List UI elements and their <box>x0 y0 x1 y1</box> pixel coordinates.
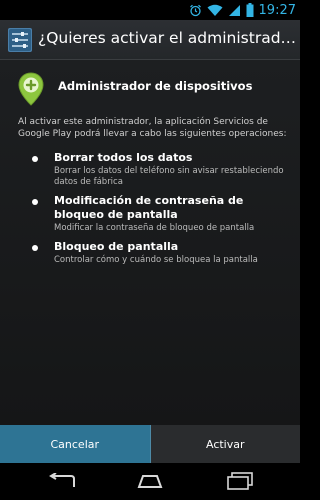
permission-desc: Modificar la contraseña de bloqueo de pa… <box>54 223 255 233</box>
button-bar: Cancelar Activar <box>0 425 300 463</box>
home-icon <box>137 475 163 488</box>
status-bar: 19:27 <box>0 0 300 20</box>
navigation-bar <box>0 463 300 500</box>
recents-button[interactable] <box>222 471 258 491</box>
signal-icon <box>228 4 240 16</box>
settings-app-icon[interactable] <box>8 28 32 52</box>
action-bar: ¿Quieres activar el administrador de di.… <box>0 20 300 60</box>
permission-item: Borrar todos los datos Borrar los datos … <box>32 151 284 188</box>
alarm-icon <box>189 4 201 16</box>
activate-button[interactable]: Activar <box>150 425 300 463</box>
permission-item: Modificación de contraseña de bloqueo de… <box>32 194 284 234</box>
permission-title: Bloqueo de pantalla <box>54 240 179 253</box>
permission-desc: Borrar los datos del teléfono sin avisar… <box>54 166 284 187</box>
back-button[interactable] <box>44 471 80 491</box>
permission-title: Modificación de contraseña de bloqueo de… <box>54 194 244 221</box>
intro-text: Al activar este administrador, la aplica… <box>18 117 287 139</box>
status-icons: 19:27 <box>189 2 296 18</box>
permission-item: Bloqueo de pantalla Controlar cómo y cuá… <box>32 240 284 266</box>
device-admin-icon <box>18 72 44 106</box>
home-button[interactable] <box>132 471 168 491</box>
bullet-icon <box>32 156 38 162</box>
permission-title: Borrar todos los datos <box>54 151 193 164</box>
permission-desc: Controlar cómo y cuándo se bloquea la pa… <box>54 255 258 265</box>
device-admin-dialog: Administrador de dispositivos Al activar… <box>0 60 300 425</box>
back-icon <box>49 473 75 487</box>
wifi-icon <box>207 4 223 16</box>
recents-icon <box>227 472 253 490</box>
bullet-icon <box>32 199 38 205</box>
page-title: ¿Quieres activar el administrador de di.… <box>38 29 298 47</box>
cancel-button[interactable]: Cancelar <box>0 425 151 463</box>
bullet-icon <box>32 245 38 251</box>
battery-icon <box>246 3 254 17</box>
admin-title: Administrador de dispositivos <box>58 79 253 93</box>
clock-time: 19:27 <box>258 2 296 18</box>
